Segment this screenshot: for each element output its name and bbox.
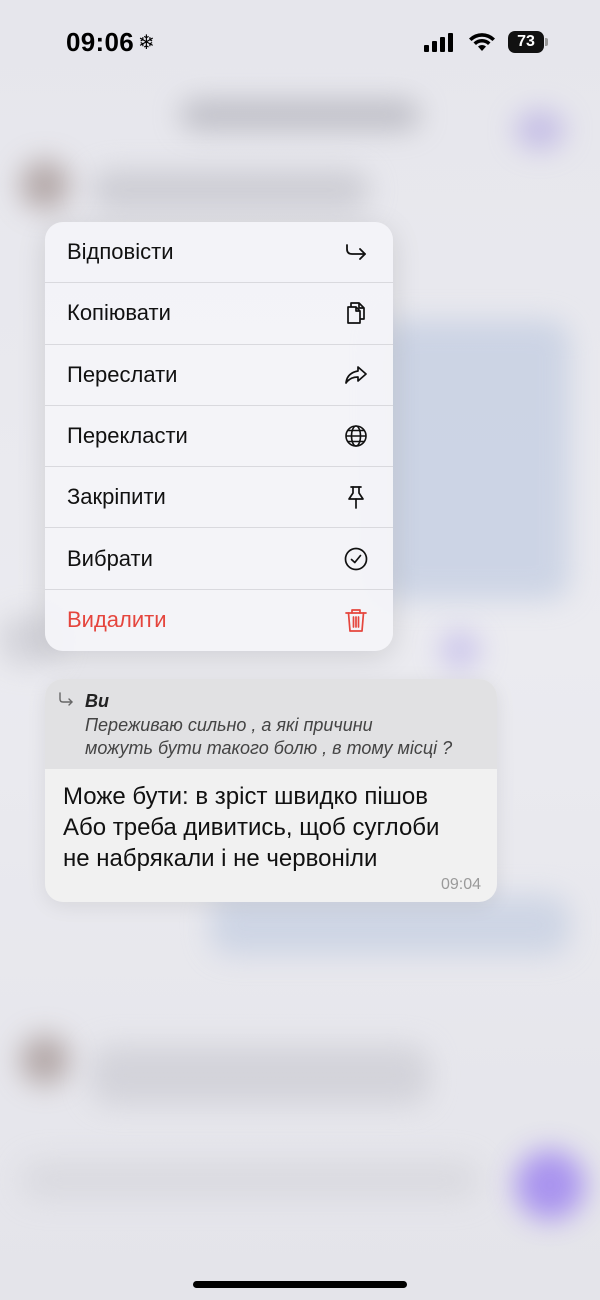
quoted-reply[interactable]: Ви Переживаю сильно , а які причини можу… <box>45 679 497 769</box>
signal-icon <box>424 33 453 52</box>
menu-item-label: Закріпити <box>67 484 166 510</box>
blurred-header-avatar <box>515 110 565 150</box>
menu-item-copy[interactable]: Копіювати <box>45 283 393 345</box>
message-line: Або треба дивитись, щоб суглоби <box>63 814 440 841</box>
pin-icon <box>343 484 369 510</box>
blurred-outgoing-message <box>380 320 570 600</box>
blurred-send-button <box>515 1150 585 1220</box>
copy-icon <box>343 300 369 326</box>
checkmark-circle-icon <box>343 546 369 572</box>
battery-level: 73 <box>508 31 544 53</box>
blurred-outgoing-message <box>210 895 570 955</box>
menu-item-forward[interactable]: Переслати <box>45 345 393 406</box>
blurred-header-title <box>180 100 420 130</box>
blurred-avatar <box>20 160 70 210</box>
message-line: Може бути: в зріст швидко пішов <box>63 783 429 810</box>
time-text: 09:06 <box>66 26 134 57</box>
menu-item-label: Відповісти <box>67 239 174 265</box>
menu-item-delete[interactable]: Видалити <box>45 590 393 651</box>
menu-item-label: Переслати <box>67 361 178 387</box>
home-indicator[interactable] <box>193 1281 407 1288</box>
reply-icon <box>343 239 369 265</box>
menu-item-label: Вибрати <box>67 545 153 571</box>
blurred-message <box>90 1045 430 1105</box>
selected-message-bubble[interactable]: Ви Переживаю сильно , а які причини можу… <box>45 679 497 902</box>
forward-icon <box>343 362 369 388</box>
quote-text-line: можуть бути такого болю , в тому місці ? <box>85 738 453 758</box>
blurred-avatar <box>20 1035 70 1085</box>
message-context-menu: Відповісти Копіювати Переслати Перекласт… <box>45 222 393 652</box>
reply-arrow-icon <box>59 692 73 706</box>
message-timestamp: 09:04 <box>440 876 481 893</box>
menu-item-pin[interactable]: Закріпити <box>45 467 393 529</box>
quote-author: Ви <box>85 691 109 711</box>
battery-indicator: 73 <box>508 31 548 53</box>
menu-item-reply[interactable]: Відповісти <box>45 222 393 284</box>
status-bar: 09:06 ❄ 73 <box>0 0 600 84</box>
message-line: не набрякали і не червоніли <box>63 845 378 872</box>
menu-item-label: Копіювати <box>67 300 171 326</box>
message-text: Може бути: в зріст швидко пішов Або треб… <box>45 769 497 874</box>
menu-item-translate[interactable]: Перекласти <box>45 406 393 468</box>
quote-text-line: Переживаю сильно , а які причини <box>85 715 373 735</box>
blurred-message <box>90 170 370 210</box>
blurred-input-bar <box>20 1160 480 1200</box>
menu-item-select[interactable]: Вибрати <box>45 528 393 590</box>
menu-item-label: Видалити <box>67 607 167 633</box>
status-indicators: 73 <box>424 31 548 53</box>
battery-cap <box>545 38 548 46</box>
globe-icon <box>343 423 369 449</box>
status-time: 09:06 ❄ <box>66 27 155 58</box>
trash-icon <box>343 607 369 633</box>
wifi-icon <box>469 33 495 51</box>
snowflake-icon: ❄ <box>138 31 156 54</box>
blurred-reaction <box>440 630 480 670</box>
menu-item-label: Перекласти <box>67 423 188 449</box>
